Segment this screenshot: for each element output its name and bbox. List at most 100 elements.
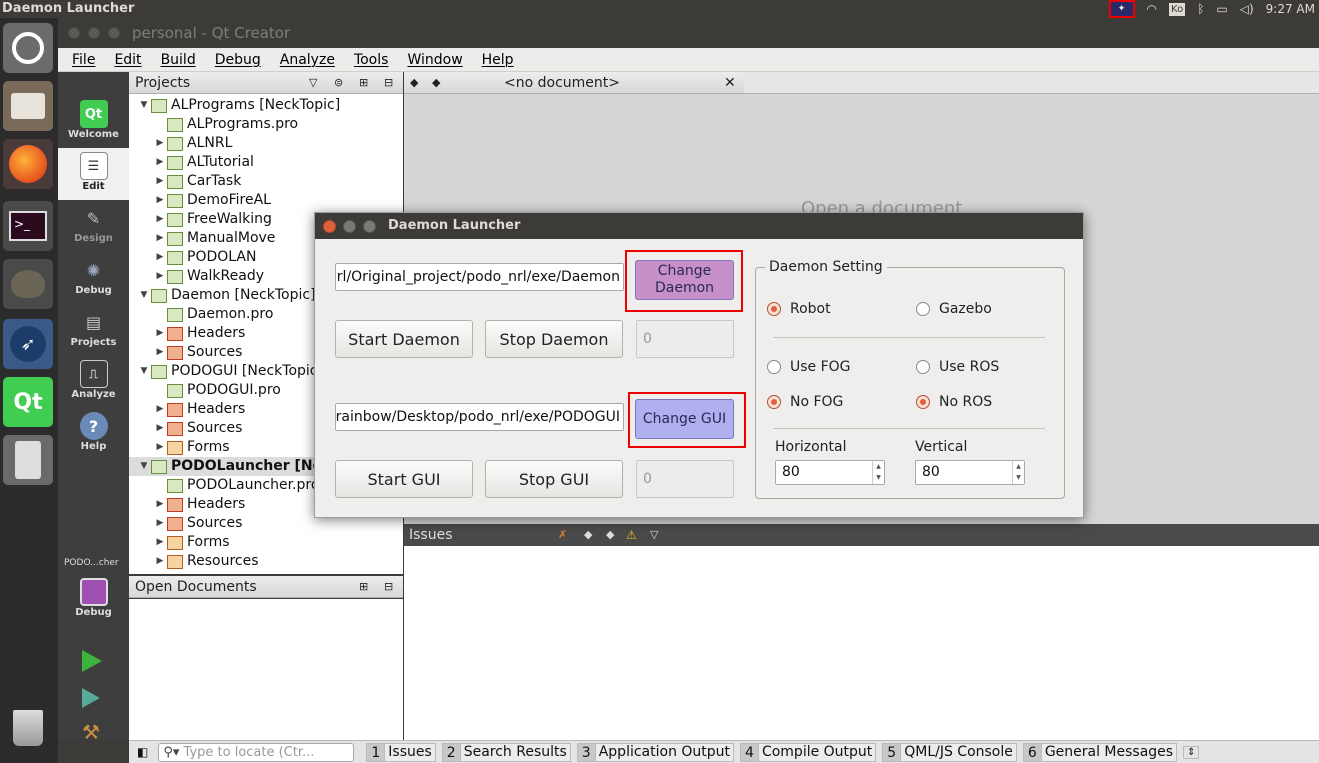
minimize-window-button[interactable] [88, 27, 100, 39]
mode-analyze[interactable]: ⎍ Analyze [58, 356, 129, 408]
menu-debug[interactable]: Debug [215, 52, 261, 68]
close-panel-icon[interactable]: ⊟ [384, 576, 393, 598]
output-tab[interactable]: 3 Application Output [576, 742, 735, 762]
expand-right-icon[interactable]: ▶ [153, 552, 167, 571]
expand-right-icon[interactable]: ▶ [153, 324, 167, 343]
close-panel-icon[interactable]: ⊟ [384, 72, 393, 94]
nav-back-icon[interactable]: ◆ [410, 72, 418, 94]
use-ros-radio[interactable]: Use ROS [916, 359, 999, 375]
menu-help[interactable]: Help [482, 52, 514, 68]
link-icon[interactable]: ⊜ [334, 72, 343, 94]
change-gui-button[interactable]: Change GUI [635, 399, 734, 439]
expand-right-icon[interactable]: ▶ [153, 514, 167, 533]
output-tab[interactable]: 6 General Messages [1022, 742, 1178, 762]
expand-down-icon[interactable]: ▼ [137, 457, 151, 476]
nav-forward-icon[interactable]: ◆ [432, 72, 440, 94]
horizontal-spinbox[interactable]: 80 ▲ ▼ [775, 460, 885, 485]
tree-item[interactable]: ▶ Resources [129, 552, 403, 571]
expand-down-icon[interactable]: ▼ [137, 286, 151, 305]
mode-help[interactable]: ? Help [58, 408, 129, 460]
document-selector[interactable]: <no document> [504, 72, 620, 94]
more-tabs-icon[interactable]: ⇕ [1183, 745, 1200, 759]
media-player-icon[interactable] [3, 435, 53, 485]
open-documents-title[interactable]: Open Documents [135, 579, 257, 595]
locator-input[interactable]: ⚲▾ Type to locate (Ctr... [158, 742, 355, 762]
output-tab[interactable]: 5 QML/JS Console [882, 742, 1017, 762]
keyboard-indicator[interactable]: Ko [1169, 3, 1186, 16]
warning-icon[interactable]: ⚠ [626, 524, 637, 546]
expand-right-icon[interactable]: ▶ [153, 533, 167, 552]
kit-selector[interactable]: Debug [58, 574, 129, 626]
use-fog-radio[interactable]: Use FOG [767, 359, 851, 375]
prev-icon[interactable]: ◆ [584, 524, 592, 546]
expand-right-icon[interactable]: ▶ [153, 191, 167, 210]
menu-analyze[interactable]: Analyze [280, 52, 335, 68]
file-manager-icon[interactable] [3, 81, 53, 131]
volume-icon[interactable]: ◁) [1240, 0, 1254, 18]
output-tab[interactable]: 1 Issues [366, 742, 436, 762]
expand-right-icon[interactable]: ▶ [153, 438, 167, 457]
gui-path-input[interactable]: /home/rainbow/Desktop/podo_nrl/exe/PODOG… [335, 403, 624, 431]
daemon-path-input[interactable]: /home/rainbow/Desktop/podo_nrl/Original_… [335, 263, 624, 291]
output-tab[interactable]: 2 Search Results [441, 742, 571, 762]
tree-item[interactable]: ▶ DemoFireAL [129, 191, 403, 210]
expand-right-icon[interactable]: ▶ [153, 419, 167, 438]
expand-right-icon[interactable]: ▶ [153, 134, 167, 153]
expand-down-icon[interactable]: ▼ [137, 96, 151, 115]
filter-icon[interactable]: ▽ [650, 524, 658, 546]
expand-right-icon[interactable]: ▶ [153, 400, 167, 419]
no-fog-radio[interactable]: No FOG [767, 394, 843, 410]
rocket-launcher-icon[interactable]: ➶ [3, 319, 53, 369]
mode-edit[interactable]: ☰ Edit [58, 148, 129, 200]
spin-arrows-icon[interactable]: ▲ ▼ [1012, 461, 1024, 484]
run-icon[interactable] [82, 650, 102, 672]
no-ros-radio[interactable]: No ROS [916, 394, 992, 410]
expand-right-icon[interactable]: ▶ [153, 495, 167, 514]
menu-build[interactable]: Build [161, 52, 196, 68]
clock[interactable]: 9:27 AM [1266, 0, 1315, 18]
firefox-icon[interactable] [3, 139, 53, 189]
expand-right-icon[interactable]: ▶ [153, 153, 167, 172]
ubuntu-dash-icon[interactable] [3, 23, 53, 73]
change-daemon-button[interactable]: Change Daemon [635, 260, 734, 300]
menu-window[interactable]: Window [407, 52, 462, 68]
toggle-sidebar-icon[interactable]: ◧ [137, 745, 148, 759]
expand-right-icon[interactable]: ▶ [153, 267, 167, 286]
next-icon[interactable]: ◆ [606, 524, 614, 546]
vertical-spinbox[interactable]: 80 ▲ ▼ [915, 460, 1025, 485]
menu-edit[interactable]: Edit [114, 52, 141, 68]
start-gui-button[interactable]: Start GUI [335, 460, 473, 498]
qt-creator-icon[interactable]: Qt [3, 377, 53, 427]
split-icon[interactable]: ⊞ [359, 72, 368, 94]
tree-item[interactable]: ▶ ALNRL [129, 134, 403, 153]
debug-run-icon[interactable] [82, 688, 100, 708]
battery-icon[interactable]: ▭ [1216, 0, 1227, 18]
app-indicator-icon[interactable]: ✦ [1108, 0, 1135, 18]
dialog-maximize-icon[interactable] [363, 220, 376, 233]
mode-welcome[interactable]: Qt Welcome [58, 96, 129, 148]
expand-down-icon[interactable]: ▼ [137, 362, 151, 381]
split-icon[interactable]: ⊞ [359, 576, 368, 598]
spin-arrows-icon[interactable]: ▲ ▼ [872, 461, 884, 484]
tree-item[interactable]: ALPrograms.pro [129, 115, 403, 134]
tree-item[interactable]: ▶ CarTask [129, 172, 403, 191]
menu-file[interactable]: File [72, 52, 95, 68]
stop-gui-button[interactable]: Stop GUI [485, 460, 623, 498]
robot-radio[interactable]: Robot [767, 301, 831, 317]
trash-icon[interactable] [3, 703, 53, 753]
expand-right-icon[interactable]: ▶ [153, 210, 167, 229]
bluetooth-icon[interactable]: ᛒ [1197, 0, 1204, 18]
expand-right-icon[interactable]: ▶ [153, 229, 167, 248]
terminal-icon[interactable]: >_ [3, 201, 53, 251]
gimp-icon[interactable] [3, 259, 53, 309]
start-daemon-button[interactable]: Start Daemon [335, 320, 473, 358]
tree-item[interactable]: ▶ Forms [129, 533, 403, 552]
mode-debug[interactable]: ✺ Debug [58, 252, 129, 304]
mode-projects[interactable]: ▤ Projects [58, 304, 129, 356]
filter-icon[interactable]: ▽ [309, 72, 317, 94]
output-tab[interactable]: 4 Compile Output [740, 742, 877, 762]
build-hammer-icon[interactable]: ⚒ [82, 720, 100, 744]
menu-tools[interactable]: Tools [354, 52, 389, 68]
expand-right-icon[interactable]: ▶ [153, 172, 167, 191]
stop-daemon-button[interactable]: Stop Daemon [485, 320, 623, 358]
